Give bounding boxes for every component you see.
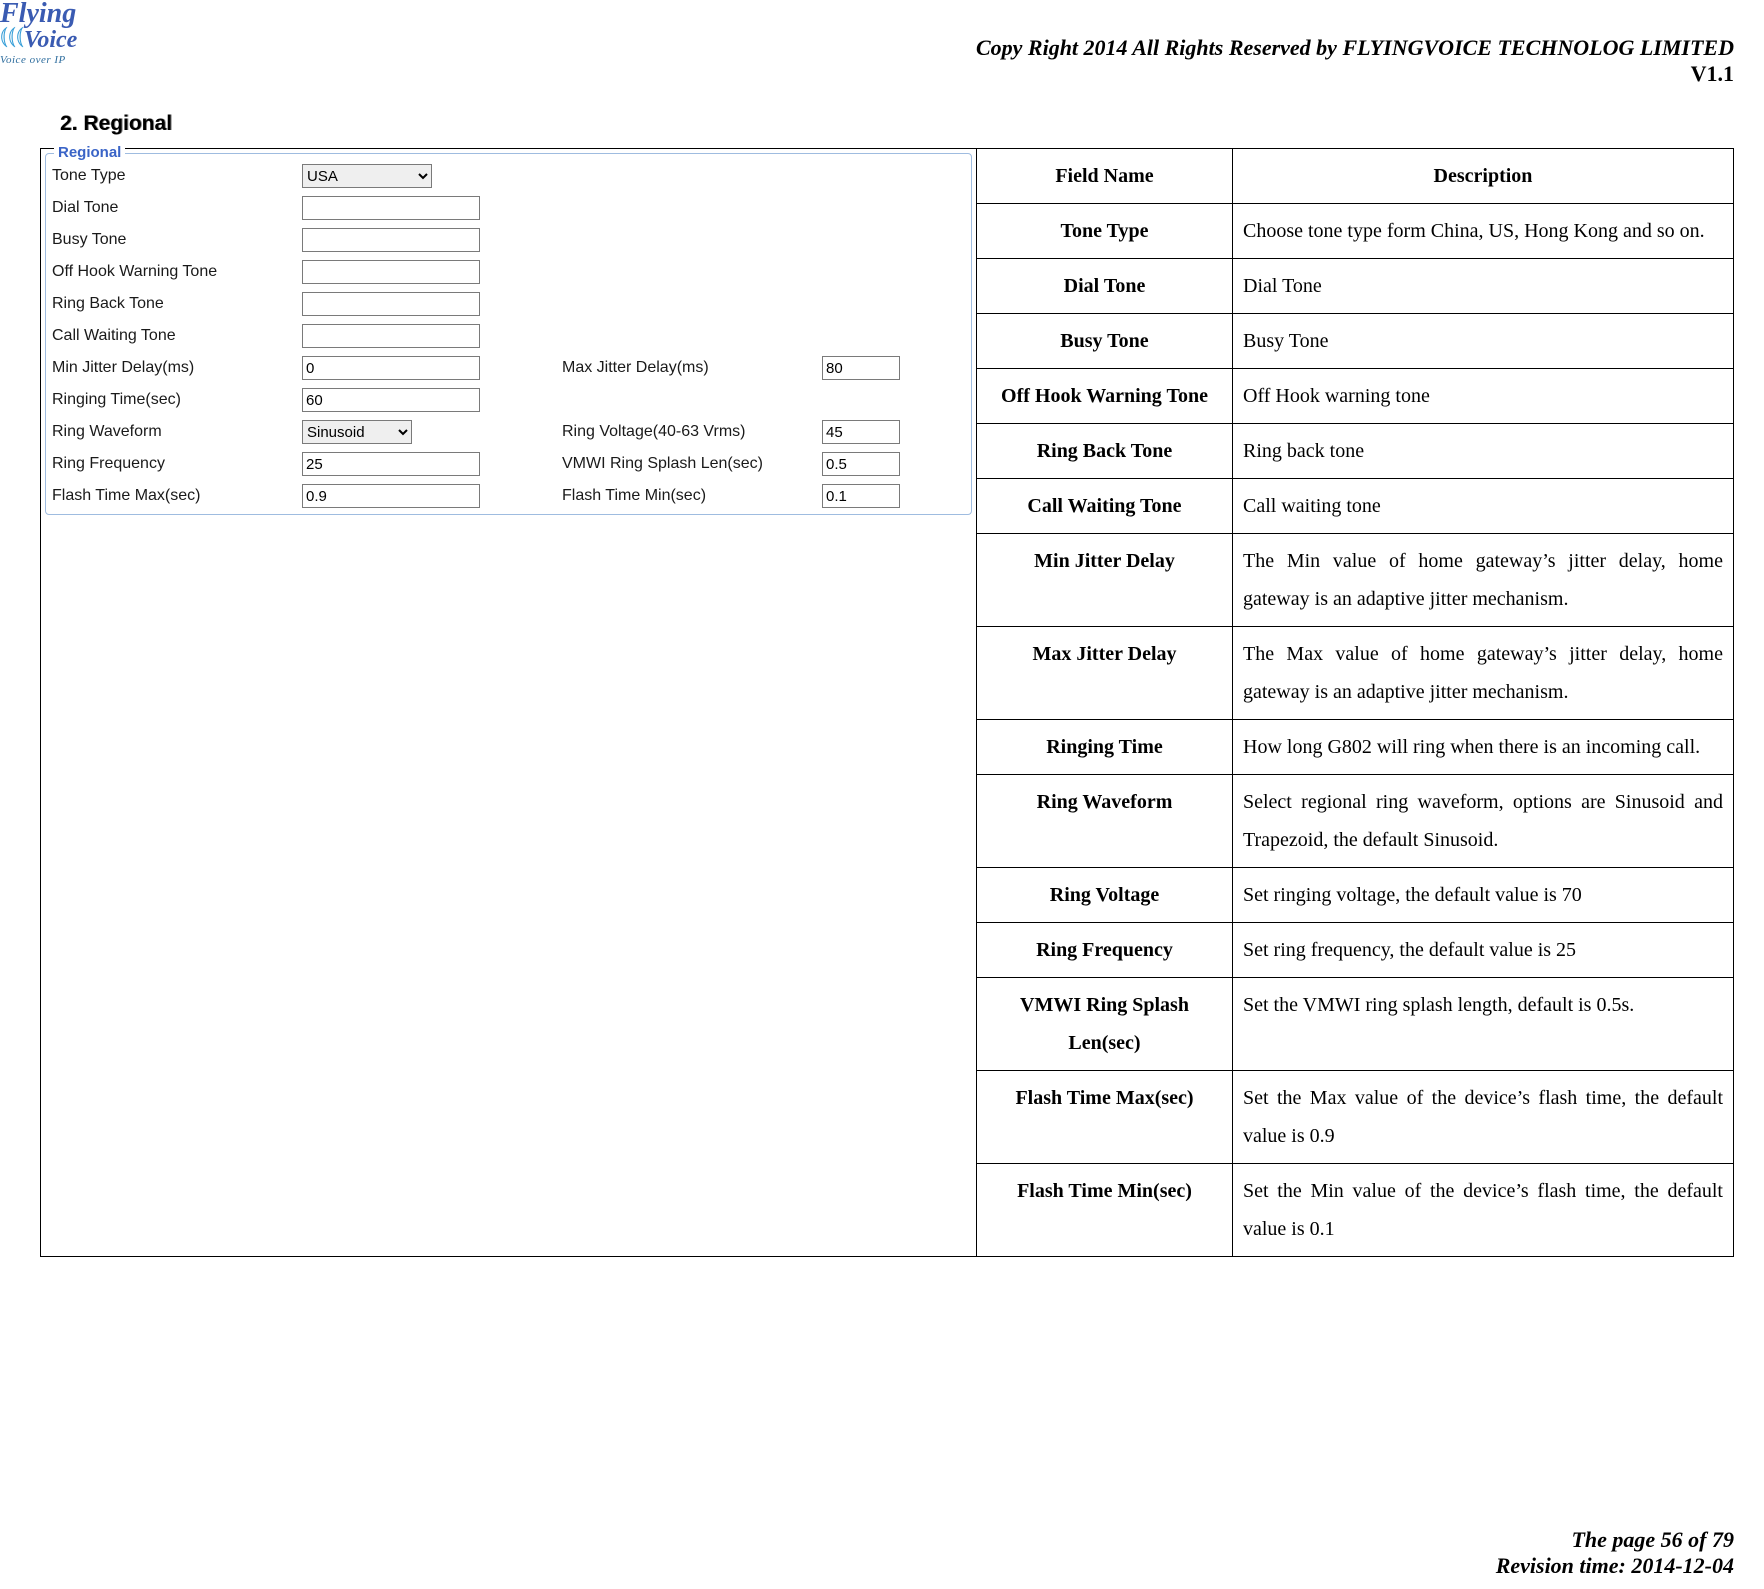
header-right: Copy Right 2014 All Rights Reserved by F… (976, 35, 1734, 87)
ring-back-input[interactable] (302, 292, 480, 316)
regional-fieldset: Regional Tone Type USA Dial Tone Busy To… (45, 153, 972, 515)
field-name-cell: Ring Waveform (977, 775, 1233, 868)
table-row: Ringing TimeHow long G802 will ring when… (977, 720, 1734, 775)
description-cell-text: Off Hook warning tone (1233, 369, 1734, 424)
description-cell-text: Set the Min value of the device’s flash … (1233, 1164, 1734, 1257)
busy-tone-label: Busy Tone (52, 231, 302, 249)
description-cell-text: Dial Tone (1233, 259, 1734, 314)
min-jitter-input[interactable] (302, 356, 480, 380)
tone-type-select[interactable]: USA (302, 164, 432, 188)
field-name-cell: Max Jitter Delay (977, 627, 1233, 720)
description-cell-text: How long G802 will ring when there is an… (1233, 720, 1734, 775)
table-row: Call Waiting ToneCall waiting tone (977, 479, 1734, 534)
field-name-cell: Ring Back Tone (977, 424, 1233, 479)
table-row: VMWI Ring Splash Len(sec)Set the VMWI ri… (977, 978, 1734, 1071)
description-cell-text: The Min value of home gateway’s jitter d… (1233, 534, 1734, 627)
max-jitter-label: Max Jitter Delay(ms) (562, 359, 822, 377)
table-row: Ring VoltageSet ringing voltage, the def… (977, 868, 1734, 923)
field-name-cell: Min Jitter Delay (977, 534, 1233, 627)
table-row: Dial ToneDial Tone (977, 259, 1734, 314)
field-name-cell: Call Waiting Tone (977, 479, 1233, 534)
revision-time: Revision time: 2014-12-04 (1496, 1553, 1734, 1579)
field-name-cell: Ringing Time (977, 720, 1233, 775)
call-waiting-input[interactable] (302, 324, 480, 348)
ring-back-label: Ring Back Tone (52, 295, 302, 313)
busy-tone-input[interactable] (302, 228, 480, 252)
dial-tone-input[interactable] (302, 196, 480, 220)
description-cell: Field Name Description Tone TypeChoose t… (976, 148, 1734, 1257)
screenshot-cell: Regional Tone Type USA Dial Tone Busy To… (40, 148, 976, 1257)
field-name-cell: Dial Tone (977, 259, 1233, 314)
ring-voltage-label: Ring Voltage(40-63 Vrms) (562, 423, 822, 441)
field-name-cell: Off Hook Warning Tone (977, 369, 1233, 424)
table-row: Ring FrequencySet ring frequency, the de… (977, 923, 1734, 978)
off-hook-label: Off Hook Warning Tone (52, 263, 302, 281)
tone-type-label: Tone Type (52, 167, 302, 185)
ringing-time-label: Ringing Time(sec) (52, 391, 302, 409)
ring-frequency-label: Ring Frequency (52, 455, 302, 473)
table-row: Busy ToneBusy Tone (977, 314, 1734, 369)
col-desc: Description (1233, 149, 1734, 204)
field-name-cell: Ring Frequency (977, 923, 1233, 978)
field-name-cell: Flash Time Min(sec) (977, 1164, 1233, 1257)
call-waiting-label: Call Waiting Tone (52, 327, 302, 345)
description-cell-text: Busy Tone (1233, 314, 1734, 369)
flash-max-label: Flash Time Max(sec) (52, 487, 302, 505)
field-name-cell: Flash Time Max(sec) (977, 1071, 1233, 1164)
table-row: Min Jitter DelayThe Min value of home ga… (977, 534, 1734, 627)
vmwi-label: VMWI Ring Splash Len(sec) (562, 455, 822, 473)
description-cell-text: Select regional ring waveform, options a… (1233, 775, 1734, 868)
footer: The page 56 of 79 Revision time: 2014-12… (1496, 1527, 1734, 1579)
table-row: Tone TypeChoose tone type form China, US… (977, 204, 1734, 259)
table-row: Max Jitter DelayThe Max value of home ga… (977, 627, 1734, 720)
table-row: Ring WaveformSelect regional ring wavefo… (977, 775, 1734, 868)
field-name-cell: Busy Tone (977, 314, 1233, 369)
field-name-cell: Ring Voltage (977, 868, 1233, 923)
table-row: Flash Time Max(sec)Set the Max value of … (977, 1071, 1734, 1164)
logo: Flying ⦅⦅⦅Voice Voice over IP (0, 0, 130, 66)
off-hook-input[interactable] (302, 260, 480, 284)
logo-tagline: Voice over IP (0, 54, 130, 66)
ring-waveform-label: Ring Waveform (52, 423, 302, 441)
field-name-cell: VMWI Ring Splash Len(sec) (977, 978, 1233, 1071)
description-cell-text: Set ringing voltage, the default value i… (1233, 868, 1734, 923)
description-cell-text: Set the VMWI ring splash length, default… (1233, 978, 1734, 1071)
version-text: V1.1 (976, 61, 1734, 87)
dial-tone-label: Dial Tone (52, 199, 302, 217)
description-table: Field Name Description Tone TypeChoose t… (976, 148, 1734, 1257)
vmwi-input[interactable] (822, 452, 900, 476)
flash-max-input[interactable] (302, 484, 480, 508)
description-cell-text: Call waiting tone (1233, 479, 1734, 534)
ring-waveform-select[interactable]: Sinusoid (302, 420, 412, 444)
flash-min-input[interactable] (822, 484, 900, 508)
fieldset-legend: Regional (54, 144, 125, 161)
field-name-cell: Tone Type (977, 204, 1233, 259)
col-field: Field Name (977, 149, 1233, 204)
max-jitter-input[interactable] (822, 356, 900, 380)
copyright-text: Copy Right 2014 All Rights Reserved by F… (976, 35, 1734, 60)
description-cell-text: Ring back tone (1233, 424, 1734, 479)
description-cell-text: The Max value of home gateway’s jitter d… (1233, 627, 1734, 720)
table-row: Flash Time Min(sec)Set the Min value of … (977, 1164, 1734, 1257)
table-row: Off Hook Warning ToneOff Hook warning to… (977, 369, 1734, 424)
page-number: The page 56 of 79 (1496, 1527, 1734, 1553)
ring-frequency-input[interactable] (302, 452, 480, 476)
description-cell-text: Choose tone type form China, US, Hong Ko… (1233, 204, 1734, 259)
description-cell-text: Set the Max value of the device’s flash … (1233, 1071, 1734, 1164)
min-jitter-label: Min Jitter Delay(ms) (52, 359, 302, 377)
table-row: Ring Back ToneRing back tone (977, 424, 1734, 479)
description-cell-text: Set ring frequency, the default value is… (1233, 923, 1734, 978)
section-title: 2. Regional (60, 112, 172, 136)
flash-min-label: Flash Time Min(sec) (562, 487, 822, 505)
ring-voltage-input[interactable] (822, 420, 900, 444)
ringing-time-input[interactable] (302, 388, 480, 412)
